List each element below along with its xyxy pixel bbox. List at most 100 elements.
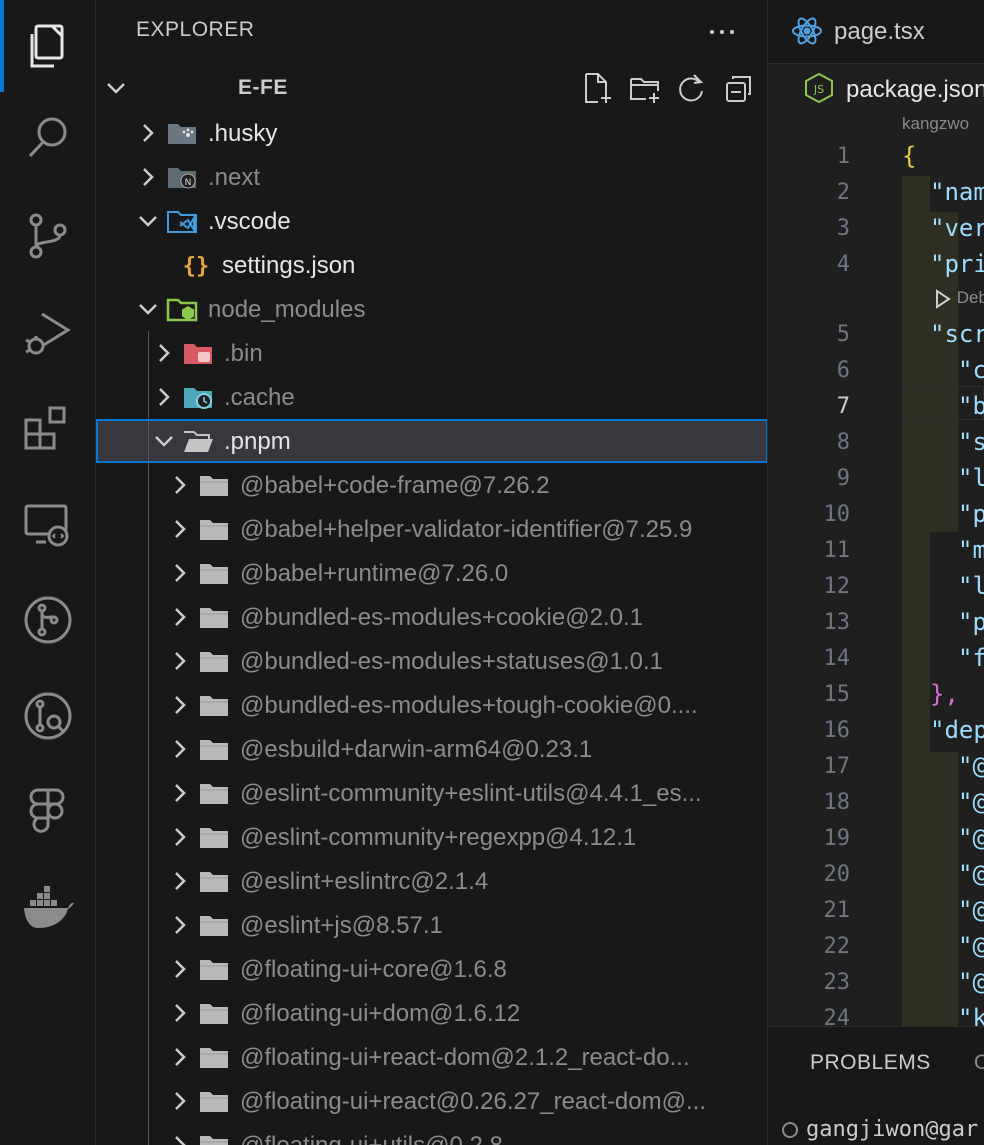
project-root-row[interactable]: E-FE xyxy=(96,66,767,110)
line-number: 11 xyxy=(823,538,851,563)
remote-explorer-icon[interactable] xyxy=(0,478,96,570)
docker-icon[interactable] xyxy=(0,862,96,954)
chevron-right-icon[interactable] xyxy=(166,999,194,1027)
chevron-right-icon[interactable] xyxy=(166,1131,194,1145)
folder-icon xyxy=(198,602,230,632)
chevron-right-icon[interactable] xyxy=(134,119,162,147)
code-text: "dep xyxy=(930,716,984,744)
search-icon[interactable] xyxy=(0,92,96,184)
chevron-right-icon[interactable] xyxy=(150,383,178,411)
tab-problems[interactable]: PROBLEMS xyxy=(810,1051,931,1075)
more-actions-icon[interactable] xyxy=(702,14,742,50)
chevron-right-icon[interactable] xyxy=(150,339,178,367)
tree-folder[interactable]: @babel+runtime@7.26.0 xyxy=(96,551,767,595)
code-line: 10 "p xyxy=(768,498,984,534)
line-number: 22 xyxy=(823,934,851,959)
tree-folder[interactable]: .bin xyxy=(96,331,767,375)
code-line: 17 "@ xyxy=(768,750,984,786)
new-folder-icon[interactable] xyxy=(628,71,662,105)
tree-item-label: @floating-ui+dom@1.6.12 xyxy=(240,1000,521,1027)
chevron-right-icon[interactable] xyxy=(166,647,194,675)
codelens-label: Debug xyxy=(956,288,984,307)
line-number: 9 xyxy=(836,466,850,491)
tree-folder[interactable]: @bundled-es-modules+cookie@2.0.1 xyxy=(96,595,767,639)
tree-item-label: @bundled-es-modules+statuses@1.0.1 xyxy=(240,648,663,675)
code-text: "l xyxy=(958,464,984,492)
chevron-right-icon[interactable] xyxy=(166,911,194,939)
tree-item-label: @eslint+js@8.57.1 xyxy=(240,912,443,939)
code-line: 8 "s xyxy=(768,426,984,462)
tree-folder[interactable]: .cache xyxy=(96,375,767,419)
tree-folder[interactable]: @eslint-community+regexpp@4.12.1 xyxy=(96,815,767,859)
breadcrumb[interactable]: kangzwo xyxy=(902,114,969,134)
tree-folder[interactable]: @eslint-community+eslint-utils@4.4.1_es.… xyxy=(96,771,767,815)
line-number: 3 xyxy=(836,216,850,241)
code-text: "p xyxy=(958,500,984,528)
tree-folder[interactable]: @bundled-es-modules+tough-cookie@0.... xyxy=(96,683,767,727)
chevron-right-icon[interactable] xyxy=(166,691,194,719)
debug-codelens[interactable]: Debug xyxy=(934,288,984,309)
chevron-right-icon[interactable] xyxy=(166,559,194,587)
tree-folder[interactable]: N .next xyxy=(96,155,767,199)
source-control-icon[interactable] xyxy=(0,190,96,282)
explorer-icon[interactable] xyxy=(0,0,96,92)
chevron-right-icon[interactable] xyxy=(166,1043,194,1071)
chevron-right-icon[interactable] xyxy=(166,471,194,499)
tree-folder[interactable]: @floating-ui+dom@1.6.12 xyxy=(96,991,767,1035)
new-file-icon[interactable] xyxy=(580,71,614,105)
chevron-right-icon[interactable] xyxy=(166,867,194,895)
chevron-right-icon[interactable] xyxy=(166,955,194,983)
node-folder-icon xyxy=(166,294,198,324)
chevron-down-icon[interactable] xyxy=(134,295,162,323)
extensions-icon[interactable] xyxy=(0,382,96,474)
tree-folder[interactable]: @floating-ui+utils@0.2.8 xyxy=(96,1123,767,1145)
code-text: }, xyxy=(930,680,959,708)
tree-item-label: node_modules xyxy=(208,296,366,323)
tree-folder[interactable]: @eslint+eslintrc@2.1.4 xyxy=(96,859,767,903)
editor-area: page.tsx JS package.json kangzwo Debug 1… xyxy=(768,0,984,1145)
git-lens-icon[interactable] xyxy=(0,670,96,762)
chevron-down-icon[interactable] xyxy=(150,427,178,455)
tree-item-label: @babel+runtime@7.26.0 xyxy=(240,560,509,587)
chevron-right-icon[interactable] xyxy=(134,163,162,191)
line-number: 19 xyxy=(823,826,851,851)
chevron-right-icon[interactable] xyxy=(166,735,194,763)
tab-page-tsx[interactable]: page.tsx xyxy=(768,0,984,64)
tree-folder[interactable]: node_modules xyxy=(96,287,767,331)
chevron-right-icon[interactable] xyxy=(166,823,194,851)
chevron-down-icon xyxy=(107,83,125,94)
tree-folder[interactable]: @floating-ui+react-dom@2.1.2_react-do... xyxy=(96,1035,767,1079)
line-number: 5 xyxy=(836,322,850,347)
chevron-down-icon[interactable] xyxy=(134,207,162,235)
tree-folder[interactable]: @bundled-es-modules+statuses@1.0.1 xyxy=(96,639,767,683)
tree-folder[interactable]: @floating-ui+react@0.26.27_react-dom@... xyxy=(96,1079,767,1123)
tree-file[interactable]: {} settings.json xyxy=(96,243,767,287)
tree-folder[interactable]: .pnpm xyxy=(96,419,767,463)
chevron-right-icon[interactable] xyxy=(166,779,194,807)
folder-icon xyxy=(198,998,230,1028)
run-debug-icon[interactable] xyxy=(0,286,96,378)
code-line: 1{ xyxy=(768,140,984,176)
terminal-prompt[interactable]: gangjiwon@gar xyxy=(782,1117,978,1142)
tree-folder[interactable]: .vscode xyxy=(96,199,767,243)
code-text: { xyxy=(902,142,917,170)
refresh-icon[interactable] xyxy=(674,71,708,105)
collapse-all-icon[interactable] xyxy=(722,71,756,105)
git-graph-icon[interactable] xyxy=(0,574,96,666)
line-number: 10 xyxy=(823,502,851,527)
code-line: 7 "b xyxy=(768,390,984,426)
chevron-right-icon[interactable] xyxy=(166,603,194,631)
tree-folder[interactable]: @esbuild+darwin-arm64@0.23.1 xyxy=(96,727,767,771)
chevron-right-icon[interactable] xyxy=(166,515,194,543)
code-text: "l xyxy=(958,572,984,600)
chevron-right-icon[interactable] xyxy=(166,1087,194,1115)
code-line: 9 "l xyxy=(768,462,984,498)
tree-folder[interactable]: @floating-ui+core@1.6.8 xyxy=(96,947,767,991)
tab-output[interactable]: O xyxy=(974,1051,984,1075)
code-text: "f xyxy=(958,644,984,672)
tree-folder[interactable]: @eslint+js@8.57.1 xyxy=(96,903,767,947)
tree-folder[interactable]: @babel+helper-validator-identifier@7.25.… xyxy=(96,507,767,551)
tree-folder[interactable]: @babel+code-frame@7.26.2 xyxy=(96,463,767,507)
figma-icon[interactable] xyxy=(0,766,96,858)
tree-folder[interactable]: .husky xyxy=(96,111,767,155)
